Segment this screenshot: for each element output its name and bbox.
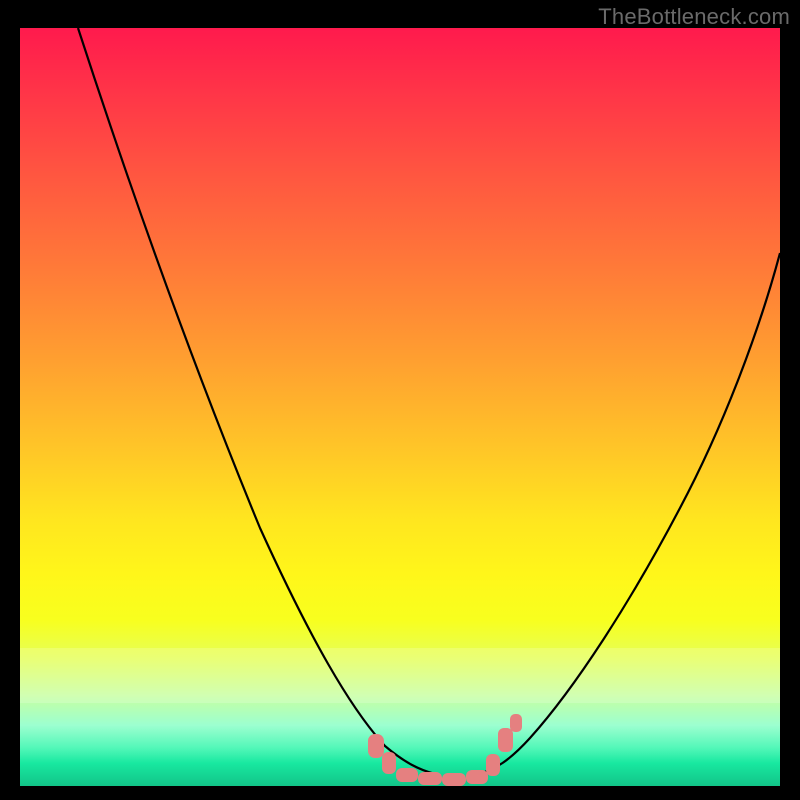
curve-overlay [20, 28, 780, 786]
trough-marker [498, 728, 513, 752]
watermark-text: TheBottleneck.com [598, 4, 790, 30]
trough-marker [510, 714, 522, 732]
trough-marker [418, 772, 442, 785]
pale-band [20, 648, 780, 703]
trough-marker [382, 752, 396, 774]
chart-frame: TheBottleneck.com [0, 0, 800, 800]
trough-marker [368, 734, 384, 758]
trough-marker [396, 768, 418, 782]
plot-area [20, 28, 780, 786]
trough-marker [466, 770, 488, 784]
trough-marker [486, 754, 500, 776]
trough-marker [442, 773, 466, 786]
